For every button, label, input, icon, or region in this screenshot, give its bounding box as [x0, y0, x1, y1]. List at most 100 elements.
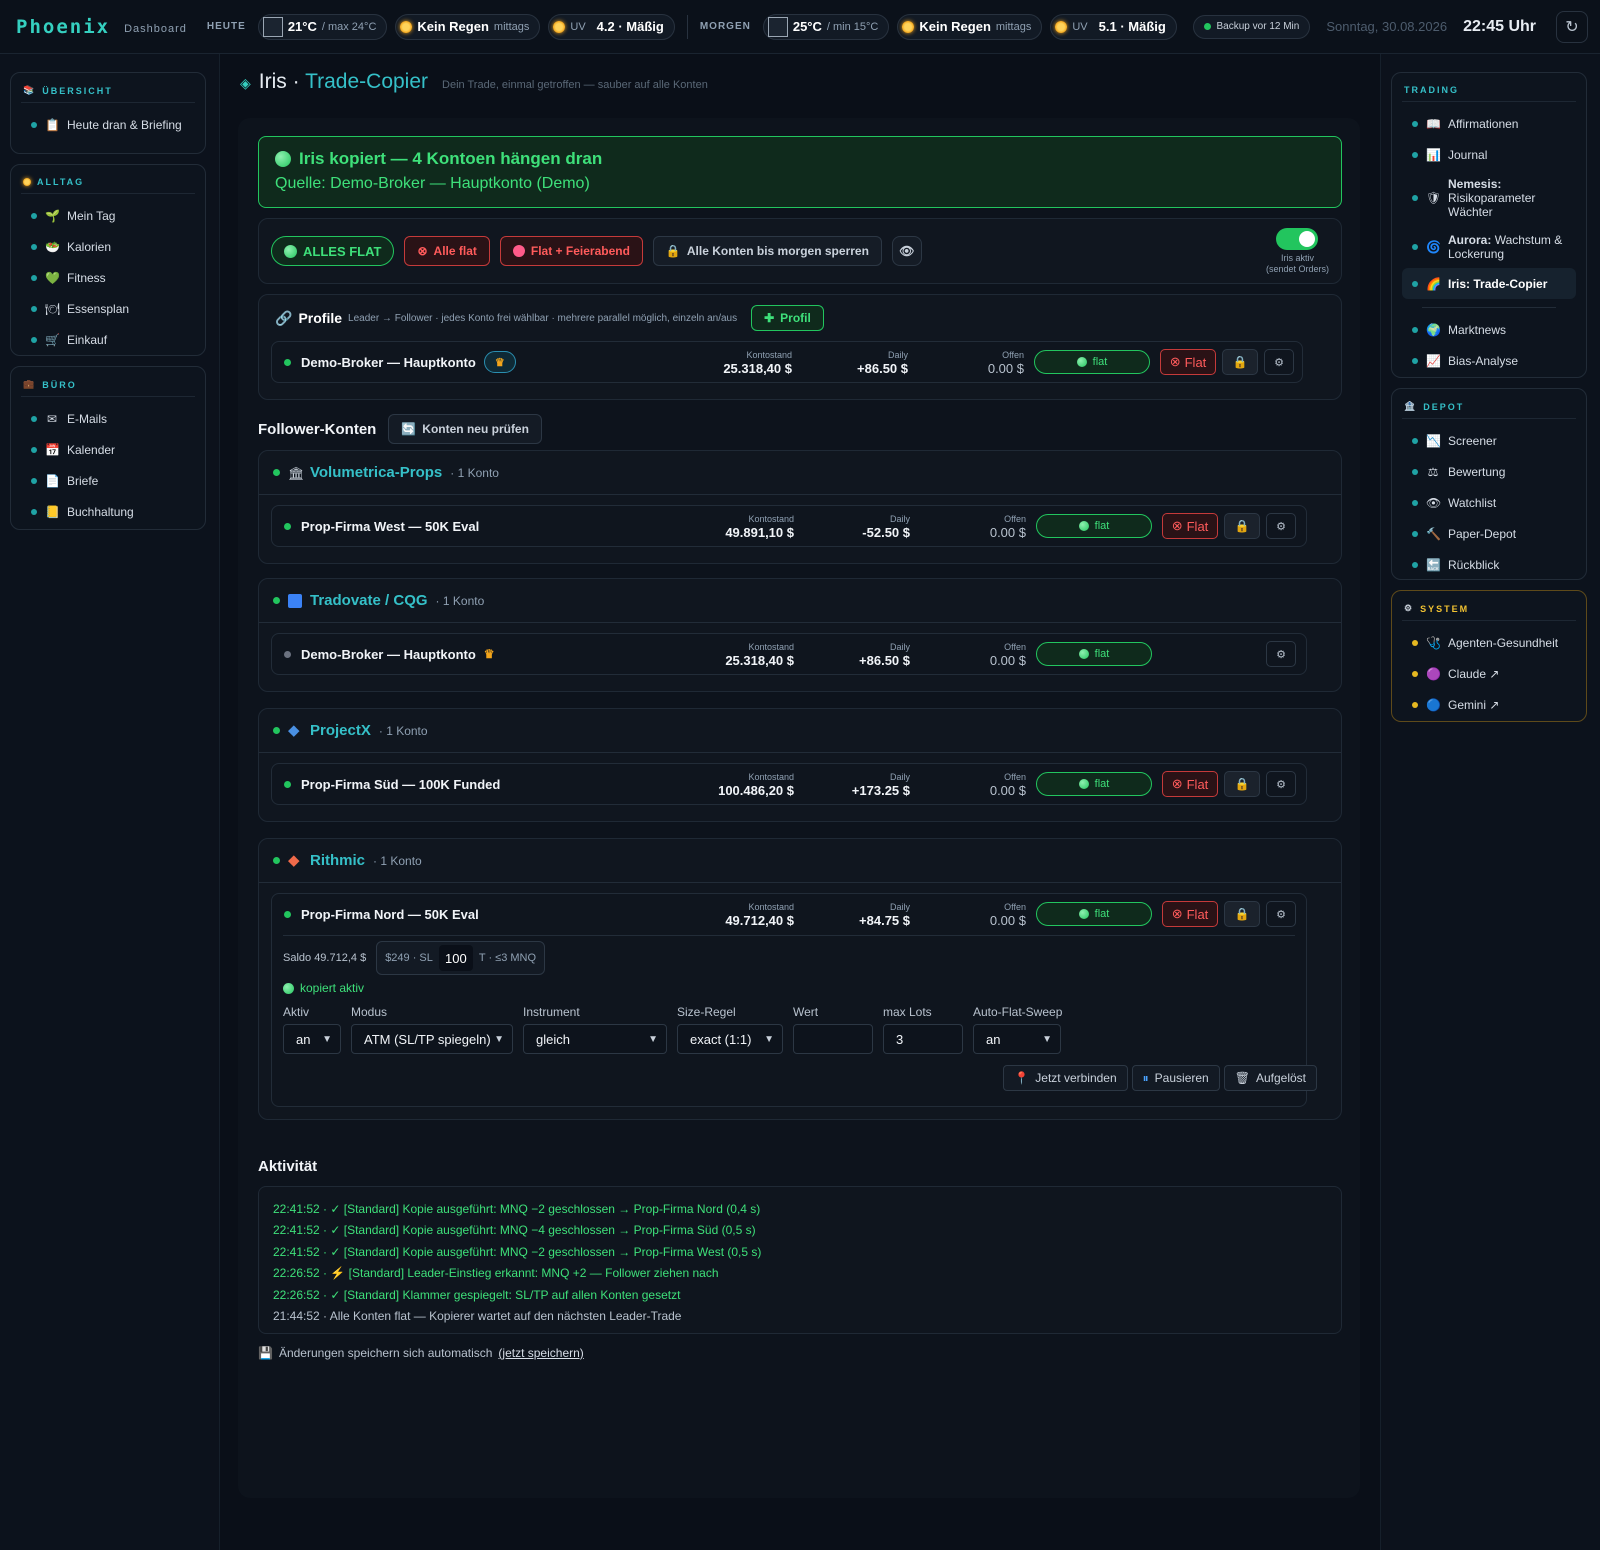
flat-status-badge: flat: [1036, 772, 1152, 796]
sidebar-item-aurora[interactable]: 🌀 Aurora: Wachstum & Lockerung: [1392, 226, 1586, 268]
nav-group-buero: 💼 BÜRO ✉ E-Mails 📅 Kalender 📄 Briefe 📒 Buchha…: [10, 366, 206, 530]
alle-flat-button[interactable]: ⊗ Alle flat: [404, 236, 490, 266]
lock-button[interactable]: 🔒: [1224, 901, 1260, 927]
nav-group-depot: 🏦 DEPOT 📉 Screener ⚖ Bewertung 👁 Watchlist 🔨…: [1391, 388, 1587, 580]
settings-button[interactable]: ⚙: [1266, 513, 1296, 539]
tomorrow-uv: 5.1 · Mäßig: [1098, 19, 1166, 34]
sidebar-item-bewertung[interactable]: ⚖ Bewertung: [1392, 456, 1586, 487]
diamond-icon: ◈: [240, 75, 251, 91]
flat-button[interactable]: ⊗ Flat: [1160, 349, 1216, 375]
save-now-link[interactable]: (jetzt speichern): [498, 1346, 583, 1360]
group-name[interactable]: ProjectX: [310, 722, 371, 739]
sidebar-item-kalorien[interactable]: 🥗 Kalorien: [11, 231, 205, 262]
sidebar-item-affirmationen[interactable]: 📖 Affirmationen: [1392, 108, 1586, 139]
sidebar-item-label: Mein Tag: [67, 208, 116, 223]
connect-now-button[interactable]: 📍 Jetzt verbinden: [1003, 1065, 1128, 1091]
flat-status-label: flat: [1094, 520, 1110, 532]
sidebar-item-emails[interactable]: ✉ E-Mails: [11, 403, 205, 434]
lock-all-button[interactable]: 🔒 Alle Konten bis morgen sperren: [652, 236, 882, 266]
field-label: Aktiv: [283, 1005, 310, 1019]
settings-button[interactable]: ⚙: [1264, 349, 1294, 375]
sidebar-item-briefe[interactable]: 📄 Briefe: [11, 465, 205, 496]
button-label: ALLES FLAT: [303, 243, 382, 259]
app-logo[interactable]: Phoenix: [16, 16, 110, 38]
system-title: SYSTEM: [1420, 603, 1470, 614]
rainbow-icon: 🌈: [1426, 276, 1441, 291]
account-open: 0.00 $: [989, 913, 1026, 928]
settings-button[interactable]: ⚙: [1266, 901, 1296, 927]
group-name[interactable]: Rithmic: [310, 852, 365, 869]
sidebar-item-bias-analyse[interactable]: 📈 Bias-Analyse: [1392, 345, 1586, 376]
flat-button[interactable]: ⊗ Flat: [1162, 513, 1218, 539]
auto-flat-sweep-select[interactable]: an ▼: [973, 1024, 1061, 1054]
iris-active-toggle[interactable]: [1276, 227, 1319, 250]
sidebar-item-gemini[interactable]: 🔵 Gemini ↗: [1392, 689, 1586, 720]
refresh-button[interactable]: ↻: [1556, 10, 1588, 43]
sidebar-item-mein-tag[interactable]: 🌱 Mein Tag: [11, 200, 205, 231]
aktiv-select[interactable]: an ▼: [283, 1024, 341, 1054]
today-rain: Kein Regen: [417, 19, 489, 34]
group-name[interactable]: Tradovate / CQG: [310, 592, 428, 609]
modus-select[interactable]: ATM (SL/TP spiegeln) ▼: [351, 1024, 513, 1054]
follower-account-row: Prop-Firma Nord — 50K Eval Kontostand 49.…: [271, 893, 1307, 935]
sidebar-item-marktnews[interactable]: 🌍 Marktnews: [1392, 314, 1586, 345]
lock-button[interactable]: 🔒: [1222, 349, 1258, 375]
size-rule-select[interactable]: exact (1:1) ▼: [677, 1024, 783, 1054]
sidebar-item-paper-depot[interactable]: 🔨 Paper-Depot: [1392, 518, 1586, 549]
page-header: ◈ Iris · Trade-Copier Dein Trade, einmal…: [238, 70, 1360, 94]
nav-group-overview: 📚 ÜBERSICHT 📋 Heute dran & Briefing: [10, 72, 206, 154]
sidebar-item-kalender[interactable]: 📅 Kalender: [11, 434, 205, 465]
flat-button[interactable]: ⊗ Flat: [1162, 771, 1218, 797]
settings-button[interactable]: ⚙: [1266, 641, 1296, 667]
sidebar-item-label: Screener: [1448, 433, 1497, 448]
sidebar-item-journal[interactable]: 📊 Journal: [1392, 139, 1586, 170]
wert-input[interactable]: [793, 1024, 873, 1054]
sun-icon: [902, 20, 915, 33]
back-icon: 🔙: [1426, 557, 1441, 572]
sidebar-item-einkauf[interactable]: 🛒 Einkauf: [11, 324, 205, 355]
add-profile-button[interactable]: ✚ Profil: [751, 305, 824, 331]
sidebar-item-iris[interactable]: 🌈 Iris: Trade-Copier: [1402, 268, 1576, 299]
max-lots-input[interactable]: 3: [883, 1024, 963, 1054]
sidebar-item-claude[interactable]: 🟣 Claude ↗: [1392, 658, 1586, 689]
visibility-button[interactable]: 👁: [891, 236, 922, 266]
pause-button[interactable]: ⏸ Pausieren: [1131, 1065, 1220, 1091]
sidebar-item-briefing[interactable]: 📋 Heute dran & Briefing: [11, 109, 205, 140]
lock-button[interactable]: 🔒: [1224, 513, 1260, 539]
sidebar-item-watchlist[interactable]: 👁 Watchlist: [1392, 487, 1586, 518]
flat-button[interactable]: ⊗ Flat: [1162, 901, 1218, 927]
sidebar-item-rueckblick[interactable]: 🔙 Rückblick: [1392, 549, 1586, 580]
leader-crown-button[interactable]: ♛: [483, 351, 516, 373]
sidebar-item-label: Claude ↗: [1448, 666, 1500, 681]
sidebar-item-screener[interactable]: 📉 Screener: [1392, 425, 1586, 456]
sidebar-item-essensplan[interactable]: 🍽 Essensplan: [11, 293, 205, 324]
button-label: Flat: [1186, 776, 1209, 792]
account-daily: +84.75 $: [859, 913, 910, 928]
lock-icon: 🔒: [665, 244, 681, 258]
sidebar-item-fitness[interactable]: 💚 Fitness: [11, 262, 205, 293]
page-title-main: Trade-Copier: [305, 70, 429, 93]
settings-button[interactable]: ⚙: [1266, 771, 1296, 797]
instrument-select[interactable]: gleich ▼: [523, 1024, 667, 1054]
sidebar-item-nemesis[interactable]: 🛡 Nemesis: Risikoparameter Wächter: [1392, 170, 1586, 226]
sidebar-item-buchhaltung[interactable]: 📒 Buchhaltung: [11, 496, 205, 527]
lock-icon: 🔒: [1234, 519, 1250, 533]
button-label: Flat: [1186, 906, 1209, 922]
sidebar-item-label: Agenten-Gesundheit: [1448, 635, 1559, 650]
account-name: Prop-Firma Süd — 100K Funded: [301, 776, 501, 792]
lock-button[interactable]: 🔒: [1224, 771, 1260, 797]
app-logo-sub: Dashboard: [124, 23, 187, 35]
group-name[interactable]: Volumetrica-Props: [310, 464, 442, 481]
field-label: Wert: [793, 1005, 819, 1019]
sidebar-item-agenten-gesundheit[interactable]: 🩺 Agenten-Gesundheit: [1392, 627, 1586, 658]
weather-image-icon: [767, 16, 788, 37]
alles-flat-button[interactable]: ALLES FLAT: [271, 236, 395, 266]
dissolve-button[interactable]: 🗑 Aufgelöst: [1223, 1065, 1317, 1091]
status-dot-icon: [273, 857, 280, 864]
recheck-accounts-button[interactable]: 🔄 Konten neu prüfen: [388, 414, 542, 444]
button-label: Flat: [1184, 354, 1207, 370]
status-dot-icon: [284, 522, 291, 530]
flat-feierabend-button[interactable]: Flat + Feierabend: [499, 236, 643, 266]
sl-input[interactable]: 100: [438, 945, 473, 971]
page-title-prefix: Iris ·: [258, 70, 300, 93]
